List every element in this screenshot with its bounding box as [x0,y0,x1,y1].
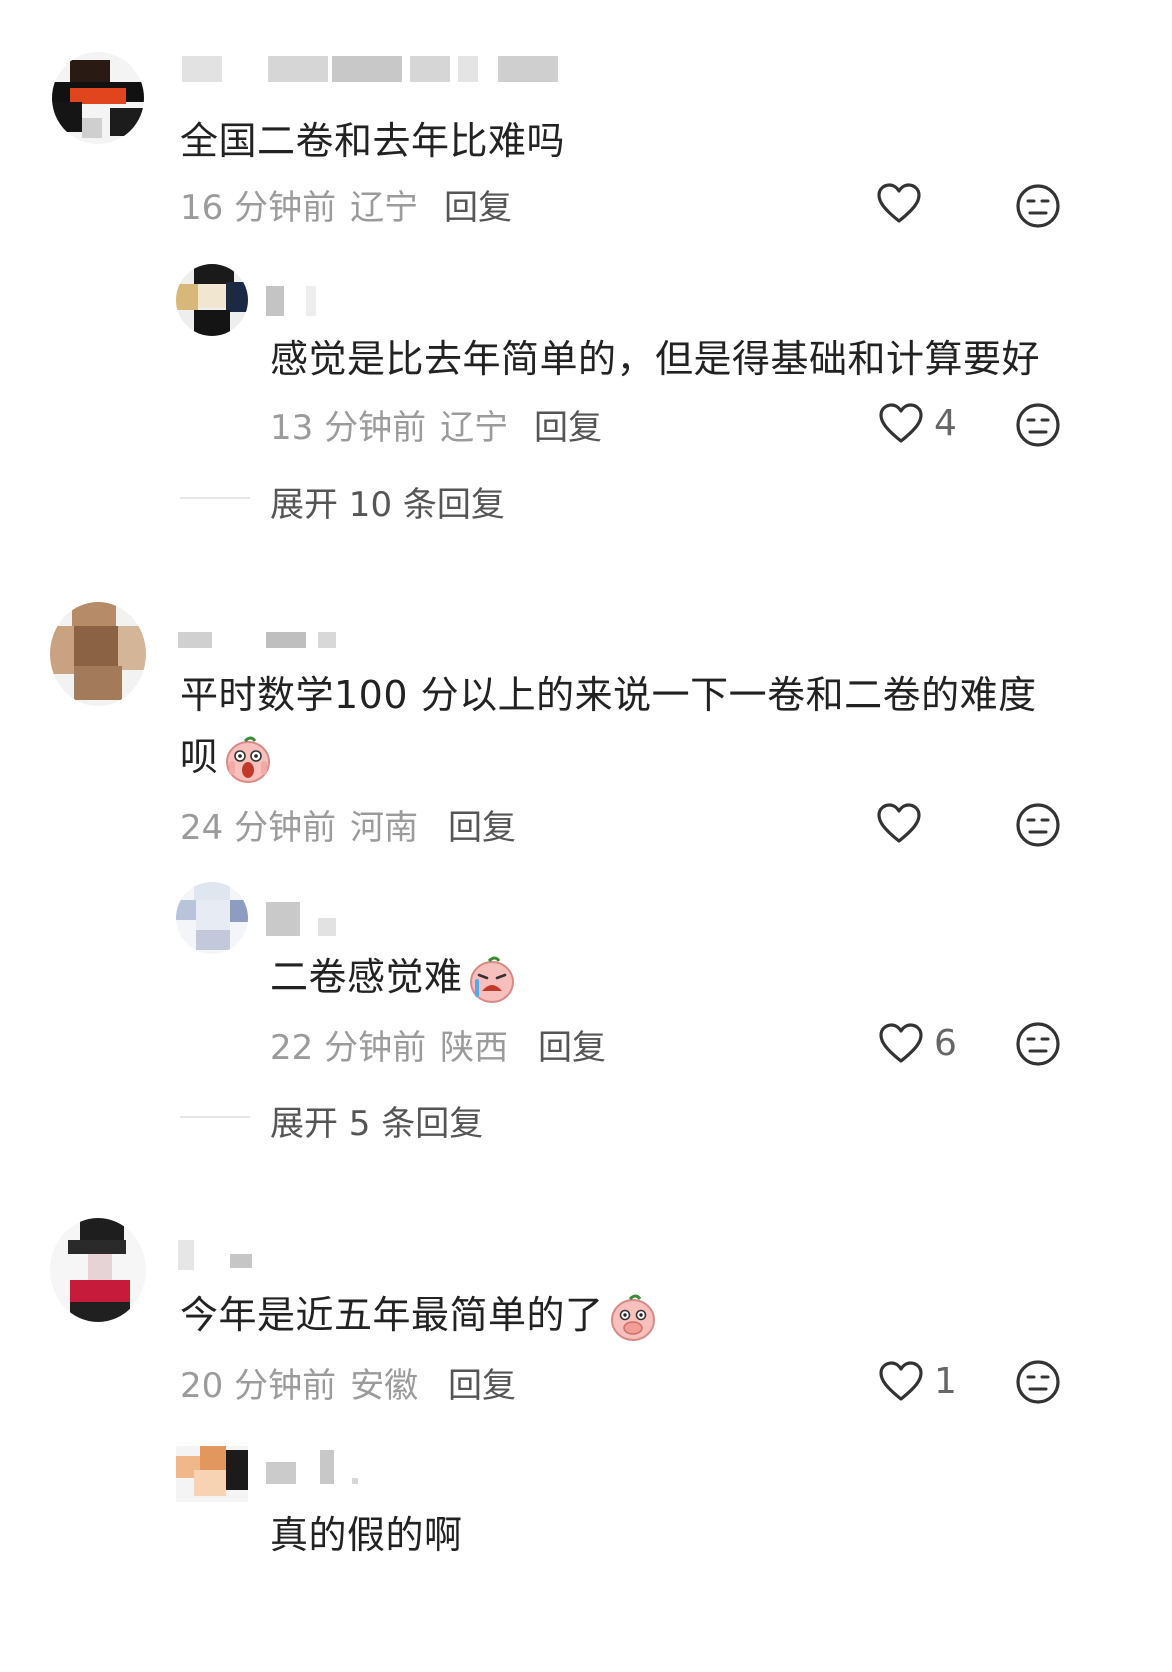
dislike-button[interactable] [1015,802,1061,852]
reply-meta: 22 分钟前 陕西 [270,1020,508,1069]
expand-replies-button[interactable]: 展开 10 条回复 [270,477,505,526]
neutral-face-icon [1016,803,1060,847]
username[interactable] [178,1240,258,1270]
like-button[interactable]: 4 [878,402,957,444]
neutral-face-icon [1016,1360,1060,1404]
avatar[interactable] [50,602,146,706]
comment-text: 全国二卷和去年比难吗 [180,119,566,163]
like-button[interactable]: 6 [878,1022,957,1064]
avatar[interactable] [176,1446,248,1502]
comment-location: 河南 [350,808,419,848]
comment-text: 呗 [180,735,219,779]
reply-button[interactable]: 回复 [444,180,512,229]
expand-divider [180,497,250,499]
heart-outline-icon [879,1361,923,1401]
username[interactable] [266,286,326,316]
comment-text-line2: 呗 [180,726,273,788]
username[interactable] [178,632,338,648]
dislike-button[interactable] [1015,183,1061,233]
like-button[interactable] [876,802,922,844]
crying-face-emoji [467,955,517,1005]
reply-time: 13 分钟前 [270,408,427,448]
comment-location: 辽宁 [350,188,419,228]
username[interactable] [182,56,572,82]
comment-time: 16 分钟前 [180,188,337,228]
dislike-button[interactable] [1015,402,1061,452]
avatar[interactable] [176,882,248,954]
comment-text: 今年是近五年最简单的了 [180,1293,604,1337]
heart-outline-icon [877,183,921,223]
reply-location: 陕西 [440,1028,509,1068]
like-count: 4 [934,402,957,444]
shocked-face-emoji [223,735,273,785]
avatar[interactable] [50,1218,146,1322]
reply-text: 真的假的啊 [270,1513,463,1557]
dislike-button[interactable] [1015,1359,1061,1409]
comment-meta: 16 分钟前 辽宁 [180,180,418,229]
avatar[interactable] [52,52,144,144]
username[interactable] [266,1450,362,1484]
like-count: 6 [934,1022,957,1064]
reply-button[interactable]: 回复 [534,400,602,449]
reply-button[interactable]: 回复 [538,1020,606,1069]
reply-location: 辽宁 [440,408,509,448]
neutral-face-icon [1016,184,1060,228]
like-count: 1 [934,1360,957,1402]
comment-meta: 20 分钟前 安徽 [180,1358,418,1407]
reply-text-row: 二卷感觉难 [270,946,517,1008]
dislike-button[interactable] [1015,1021,1061,1071]
neutral-face-icon [1016,403,1060,447]
comment-meta: 24 分钟前 河南 [180,800,418,849]
covering-mouth-face-emoji [608,1293,658,1343]
reply-meta: 13 分钟前 辽宁 [270,400,508,449]
comment-time: 20 分钟前 [180,1366,337,1406]
expand-replies-button[interactable]: 展开 5 条回复 [270,1096,483,1145]
like-button[interactable]: 1 [878,1360,957,1402]
username[interactable] [266,902,346,936]
comment-location: 安徽 [350,1366,419,1406]
comment-text-row: 今年是近五年最简单的了 [180,1284,658,1346]
heart-outline-icon [879,403,923,443]
comment-text: 平时数学100 分以上的来说一下一卷和二卷的难度 [180,673,1037,717]
heart-outline-icon [877,803,921,843]
like-button[interactable] [876,182,922,224]
reply-button[interactable]: 回复 [448,800,516,849]
expand-divider [180,1116,250,1118]
reply-text: 感觉是比去年简单的，但是得基础和计算要好 [270,337,1041,381]
reply-text: 二卷感觉难 [270,955,463,999]
neutral-face-icon [1016,1022,1060,1066]
heart-outline-icon [879,1023,923,1063]
reply-button[interactable]: 回复 [448,1358,516,1407]
avatar[interactable] [176,264,248,336]
comment-time: 24 分钟前 [180,808,337,848]
reply-time: 22 分钟前 [270,1028,427,1068]
